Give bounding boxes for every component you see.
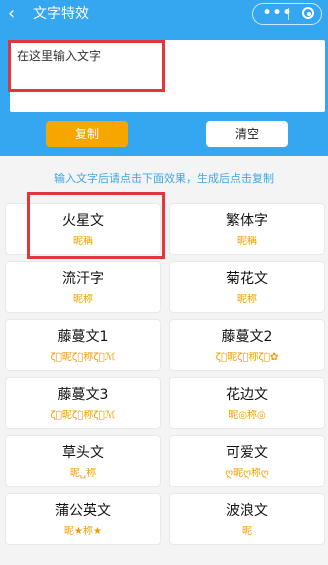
- effect-sample: 昵␣称: [69, 468, 97, 479]
- effect-card-liuhanzi[interactable]: 流汗字 昵称: [5, 261, 161, 313]
- effect-sample: 昵◎称◎: [228, 410, 266, 421]
- effect-sample: ζั͡昵ζั͡称ζั͡ℳ: [50, 352, 116, 363]
- effect-sample: ζั͡昵ζั͡称ζั͡✿: [215, 352, 279, 363]
- effect-name: 流汗字: [62, 271, 104, 287]
- effect-sample: ღ昵ღ称ღ: [225, 468, 269, 479]
- effect-name: 藤蔓文1: [57, 329, 109, 345]
- effect-sample: 昵称: [237, 294, 257, 305]
- highlight-huoxingwen-card: [27, 192, 165, 259]
- capsule-divider: [288, 8, 289, 20]
- page-title: 文字特效: [33, 6, 89, 22]
- effect-card-bolangwen[interactable]: 波浪文 昵: [169, 493, 325, 545]
- effect-sample: 昵称: [73, 294, 93, 305]
- effect-card-tengmanwen-2[interactable]: 藤蔓文2 ζั͡昵ζั͡称ζั͡✿: [169, 319, 325, 371]
- effect-card-fantizi[interactable]: 繁体字 昵稱: [169, 203, 325, 255]
- effect-name: 菊花文: [226, 271, 268, 287]
- clear-button[interactable]: 清空: [206, 121, 288, 147]
- effect-card-keaiwen[interactable]: 可爱文 ღ昵ღ称ღ: [169, 435, 325, 487]
- highlight-input-box: [8, 40, 165, 92]
- effect-card-juhuawen[interactable]: 菊花文 昵称: [169, 261, 325, 313]
- effect-name: 藤蔓文3: [57, 387, 109, 403]
- mini-program-capsule: •••: [252, 3, 322, 25]
- effect-name: 花边文: [226, 387, 268, 403]
- effect-name: 藤蔓文2: [221, 329, 273, 345]
- effect-name: 繁体字: [226, 213, 268, 229]
- target-icon[interactable]: [302, 7, 314, 19]
- effect-sample: 昵★称★: [64, 526, 102, 537]
- effect-card-pugongyingwen[interactable]: 蒲公英文 昵★称★: [5, 493, 161, 545]
- effect-name: 波浪文: [226, 503, 268, 519]
- effect-name: 蒲公英文: [55, 503, 111, 519]
- instruction-text: 输入文字后请点击下面效果，生成后点击复制: [54, 172, 274, 185]
- chevron-left-icon[interactable]: ‹: [8, 4, 15, 24]
- effect-card-tengmanwen-3[interactable]: 藤蔓文3 ζั͡昵ζั͡称ζั͡ℳ: [5, 377, 161, 429]
- effect-card-huabianwen[interactable]: 花边文 昵◎称◎: [169, 377, 325, 429]
- effect-name: 可爱文: [226, 445, 268, 461]
- effect-sample: ζั͡昵ζั͡称ζั͡ℳ: [50, 410, 116, 421]
- effect-sample: 昵: [242, 526, 252, 537]
- copy-button[interactable]: 复制: [46, 121, 128, 147]
- effect-card-tengmanwen-1[interactable]: 藤蔓文1 ζั͡昵ζั͡称ζั͡ℳ: [5, 319, 161, 371]
- effect-card-caotouwen[interactable]: 草头文 昵␣称: [5, 435, 161, 487]
- navigation-bar: ‹ 文字特效 •••: [0, 0, 328, 30]
- effect-name: 草头文: [62, 445, 104, 461]
- effect-sample: 昵稱: [237, 236, 257, 247]
